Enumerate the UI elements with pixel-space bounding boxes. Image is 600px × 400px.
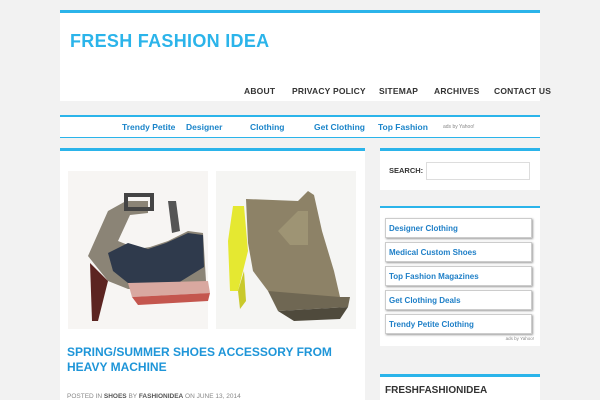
- post-author-link[interactable]: FASHIONIDEA: [139, 393, 183, 400]
- nav-sitemap[interactable]: SITEMAP: [379, 86, 418, 96]
- sidebar-link-designer-clothing[interactable]: Designer Clothing: [385, 218, 532, 238]
- freshfashionidea-widget: FRESHFASHIONIDEA: [380, 374, 540, 400]
- shoes-image: [68, 171, 356, 329]
- ad-link-clothing[interactable]: Clothing: [250, 122, 284, 132]
- ads-by-yahoo-label[interactable]: ads by Yahoo!: [443, 124, 475, 130]
- ad-link-trendy-petite[interactable]: Trendy Petite: [122, 122, 175, 132]
- ads-by-yahoo-label[interactable]: ads by Yahoo!: [506, 336, 534, 341]
- sidebar-link-medical-custom-shoes[interactable]: Medical Custom Shoes: [385, 242, 532, 262]
- ad-link-designer[interactable]: Designer: [186, 122, 222, 132]
- site-header: FRESH FASHION IDEA ABOUT PRIVACY POLICY …: [60, 10, 551, 101]
- sidebar-link-trendy-petite-clothing[interactable]: Trendy Petite Clothing: [385, 314, 532, 334]
- post-meta: POSTED IN SHOES BY FASHIONIDEA ON JUNE 1…: [67, 393, 241, 400]
- post-image[interactable]: [68, 171, 356, 329]
- posted-in-label: POSTED IN: [67, 393, 103, 400]
- widget-title: FRESHFASHIONIDEA: [385, 385, 488, 396]
- ad-link-bar: Trendy Petite Designer Clothing Get Clot…: [60, 115, 540, 138]
- sidebar-link-top-fashion-magazines[interactable]: Top Fashion Magazines: [385, 266, 532, 286]
- site-title[interactable]: FRESH FASHION IDEA: [70, 31, 269, 52]
- main-content: SPRING/SUMMER SHOES ACCESSORY FROM HEAVY…: [60, 148, 365, 400]
- search-label: SEARCH:: [389, 166, 424, 175]
- nav-privacy-policy[interactable]: PRIVACY POLICY: [292, 86, 366, 96]
- post-title[interactable]: SPRING/SUMMER SHOES ACCESSORY FROM HEAVY…: [67, 345, 357, 375]
- post-date: JUNE 13, 2014: [196, 393, 241, 400]
- ad-link-top-fashion[interactable]: Top Fashion: [378, 122, 428, 132]
- search-widget: SEARCH:: [380, 148, 540, 190]
- nav-contact-us[interactable]: CONTACT US: [494, 86, 551, 96]
- post-category-link[interactable]: SHOES: [104, 393, 127, 400]
- by-label: BY: [128, 393, 137, 400]
- on-label: ON: [185, 393, 195, 400]
- search-input[interactable]: [426, 162, 530, 180]
- sponsored-links-widget: Designer Clothing Medical Custom Shoes T…: [380, 206, 540, 346]
- nav-about[interactable]: ABOUT: [244, 86, 275, 96]
- page: FRESH FASHION IDEA ABOUT PRIVACY POLICY …: [60, 10, 551, 400]
- ad-link-get-clothing[interactable]: Get Clothing: [314, 122, 365, 132]
- sidebar-link-get-clothing-deals[interactable]: Get Clothing Deals: [385, 290, 532, 310]
- nav-archives[interactable]: ARCHIVES: [434, 86, 480, 96]
